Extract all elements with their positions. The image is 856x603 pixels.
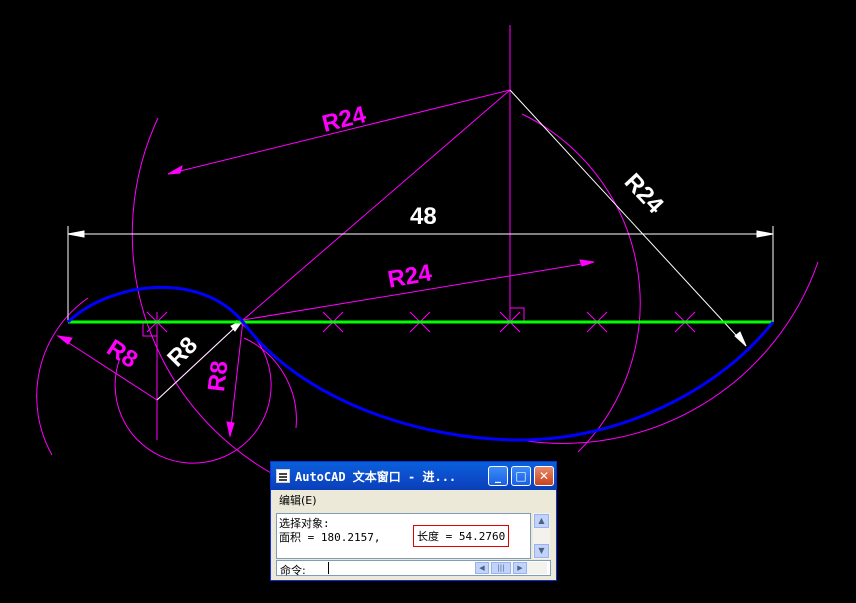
text-window-titlebar[interactable]: AutoCAD 文本窗口 - 进... _ □ ✕: [271, 462, 556, 490]
construction-diagonal-r8-right: [229, 319, 244, 437]
text-window-output[interactable]: 选择对象: 面积 = 180.2157, 长度 = 54.2760: [276, 513, 531, 559]
command-horizontal-scrollbar[interactable]: ◀ ||| ▶: [475, 562, 547, 574]
arrowhead-r24-right: [734, 331, 747, 347]
scroll-down-icon[interactable]: ▼: [534, 544, 549, 558]
construction-diagonal-r8-left: [57, 335, 158, 401]
command-line[interactable]: 命令: ◀ ||| ▶: [276, 560, 551, 577]
construction-diagonal-main: [242, 89, 511, 321]
arrowhead-48-left: [67, 230, 85, 238]
arrowhead-48-right: [756, 230, 774, 238]
dimension-text-r8-center: R8: [162, 332, 203, 373]
minimize-button[interactable]: _: [488, 466, 508, 486]
scroll-up-icon[interactable]: ▲: [534, 514, 549, 528]
construction-arc-large-left: [131, 117, 331, 499]
arrowhead-r24-middle: [579, 259, 595, 267]
dimension-text-48: 48: [410, 203, 437, 230]
autocad-text-window[interactable]: AutoCAD 文本窗口 - 进... _ □ ✕ 编辑(E) 选择对象: 面积…: [270, 461, 557, 581]
text-window-app-icon[interactable]: [276, 469, 290, 483]
command-caret: [328, 562, 329, 574]
close-button[interactable]: ✕: [534, 466, 554, 486]
scroll-thumb[interactable]: |||: [491, 562, 511, 574]
output-area-value: 面积 = 180.2157,: [279, 531, 381, 544]
arrowhead-r8-right: [226, 421, 235, 438]
text-window-title: AutoCAD 文本窗口 - 进...: [295, 470, 457, 484]
maximize-button[interactable]: □: [511, 466, 531, 486]
dimension-text-r24-upper: R24: [319, 101, 369, 138]
scroll-right-icon[interactable]: ▶: [513, 562, 527, 574]
dimension-text-r24-middle: R24: [386, 259, 435, 293]
profile-arc-small[interactable]: [66, 285, 245, 324]
dimension-text-r24-right: R24: [619, 168, 669, 219]
output-length-value: 长度 = 54.2760: [413, 525, 510, 547]
construction-arc-large-right: [521, 113, 641, 453]
dimension-text-r8-right: R8: [203, 359, 234, 393]
profile-arc-large[interactable]: [241, 321, 775, 442]
arrowhead-r8-left: [56, 335, 73, 345]
scroll-left-icon[interactable]: ◀: [475, 562, 489, 574]
text-window-menubar: 编辑(E): [271, 490, 556, 508]
command-prompt: 命令:: [280, 564, 306, 577]
dimension-line-r24-right: [509, 89, 747, 347]
output-vertical-scrollbar[interactable]: ▲ ▼: [533, 513, 550, 559]
menu-edit[interactable]: 编辑(E): [279, 492, 317, 508]
arrowhead-r24-upper: [167, 164, 183, 175]
